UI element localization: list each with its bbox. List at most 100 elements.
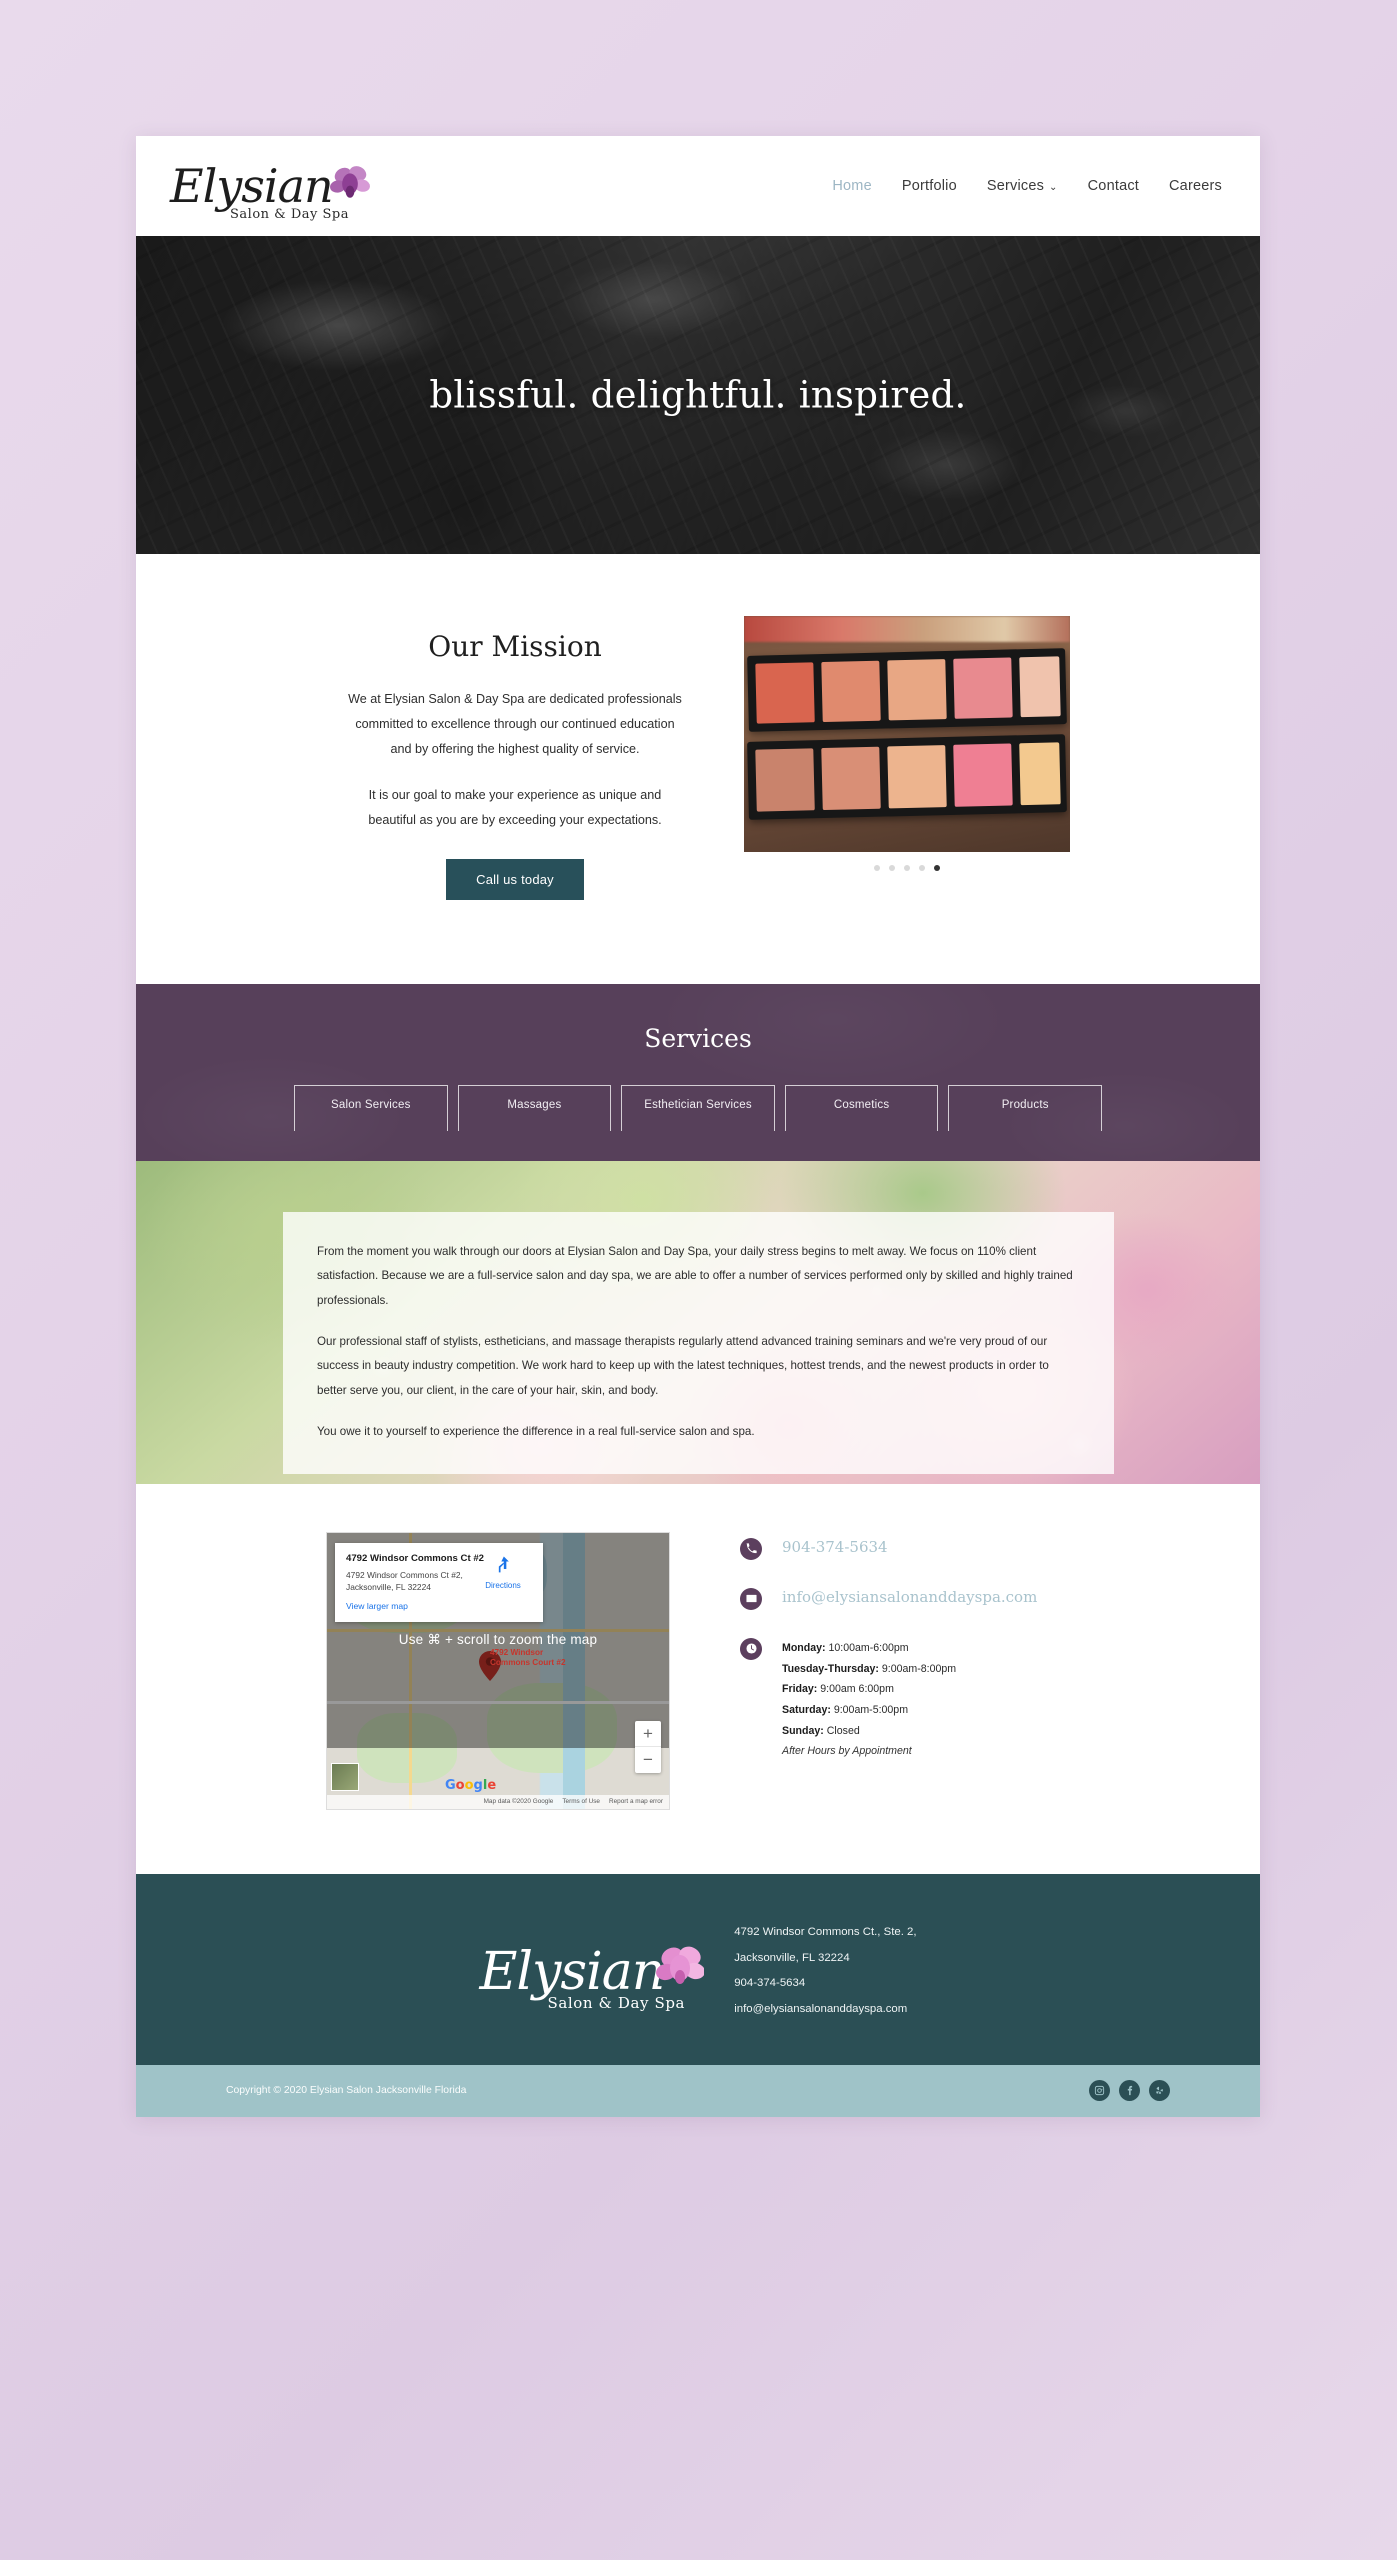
- map-pin-label: 4792 Windsor Commons Court #2: [490, 1648, 566, 1669]
- about-paragraph-1: From the moment you walk through our doo…: [317, 1244, 1073, 1307]
- mission-heading: Our Mission: [428, 630, 602, 663]
- map-zoom-hint-text: Use ⌘ + scroll to zoom the map: [398, 1632, 598, 1648]
- orchid-flower-icon: [329, 166, 370, 198]
- directions-label: Directions: [485, 1580, 521, 1590]
- copyright-text: Copyright © 2020 Elysian Salon Jacksonvi…: [226, 2085, 467, 2097]
- carousel-dot-1[interactable]: [874, 865, 880, 871]
- hours-day-saturday: Saturday:: [782, 1703, 831, 1716]
- map-terms-of-use-link[interactable]: Terms of Use: [562, 1798, 600, 1805]
- hours-day-sunday: Sunday:: [782, 1724, 824, 1737]
- footer-phone[interactable]: 904-374-5634: [734, 1971, 916, 1997]
- contact-email-row: info@elysiansalonanddayspa.com: [740, 1587, 1070, 1610]
- nav-item-services[interactable]: Services ⌄: [987, 178, 1058, 194]
- about-text-card: From the moment you walk through our doo…: [283, 1211, 1114, 1475]
- nav-item-services-label: Services: [986, 178, 1045, 194]
- map-zoom-in-button[interactable]: +: [635, 1721, 661, 1747]
- about-paragraph-3: You owe it to yourself to experience the…: [317, 1425, 755, 1438]
- nav-item-careers[interactable]: Careers: [1169, 178, 1222, 194]
- tab-products[interactable]: Products: [948, 1084, 1102, 1131]
- hours-time-friday: 9:00am 6:00pm: [820, 1683, 894, 1696]
- hours-row-saturday: Saturday: 9:00am-5:00pm: [782, 1700, 956, 1721]
- email-link[interactable]: info@elysiansalonanddayspa.com: [782, 1588, 1037, 1606]
- footer-address-block: 4792 Windsor Commons Ct., Ste. 2, Jackso…: [734, 1920, 916, 2023]
- footer-logo[interactable]: Elysian Salon & Day Spa: [479, 1942, 705, 2012]
- copyright-bar: Copyright © 2020 Elysian Salon Jacksonvi…: [136, 2064, 1260, 2117]
- map-pin-label-line1: 4792 Windsor: [490, 1647, 544, 1657]
- carousel-dot-5[interactable]: [934, 865, 940, 871]
- carousel-dots: [744, 865, 1070, 871]
- map-street-view-thumbnail[interactable]: [331, 1762, 359, 1791]
- about-section: From the moment you walk through our doo…: [136, 1160, 1260, 1484]
- logo-wordmark: Elysian: [170, 159, 334, 213]
- palette-top-row: [744, 616, 1070, 642]
- directions-arrow-icon: [498, 1556, 509, 1573]
- map-report-error-link[interactable]: Report a map error: [609, 1798, 663, 1805]
- after-hours-note: After Hours by Appointment: [782, 1745, 912, 1758]
- contact-hours-row: Monday: 10:00am-6:00pm Tuesday-Thursday:…: [740, 1637, 1070, 1762]
- hours-row-monday: Monday: 10:00am-6:00pm: [782, 1638, 956, 1659]
- call-us-today-button[interactable]: Call us today: [446, 858, 584, 900]
- carousel-dot-4[interactable]: [919, 865, 925, 871]
- footer-email[interactable]: info@elysiansalonanddayspa.com: [734, 1997, 916, 2023]
- nav-item-portfolio[interactable]: Portfolio: [902, 178, 957, 194]
- map-pin-label-line2: Commons Court #2: [490, 1658, 566, 1668]
- phone-icon: [740, 1537, 762, 1560]
- mission-section: Our Mission We at Elysian Salon & Day Sp…: [136, 554, 1260, 984]
- envelope-icon: [740, 1587, 762, 1610]
- footer-logo-wordmark: Elysian: [479, 1942, 665, 2003]
- hero-banner: blissful. delightful. inspired.: [136, 236, 1260, 554]
- eyeshadow-palette-image: [744, 616, 1070, 852]
- mission-carousel: [744, 616, 1070, 900]
- hours-row-sunday: Sunday: Closed: [782, 1721, 956, 1742]
- hours-time-monday: 10:00am-6:00pm: [828, 1641, 909, 1654]
- tab-massages[interactable]: Massages: [457, 1084, 612, 1131]
- footer-address-line1: 4792 Windsor Commons Ct., Ste. 2,: [734, 1925, 917, 1938]
- map-zoom-out-button[interactable]: −: [635, 1747, 661, 1773]
- mission-text-column: Our Mission We at Elysian Salon & Day Sp…: [326, 616, 704, 900]
- services-section: Services Salon Services Massages Estheti…: [136, 983, 1260, 1161]
- contact-section: 4792 Windsor Commons Ct #2 4792 Windsor …: [136, 1483, 1260, 1874]
- footer-logo-tagline: Salon & Day Spa: [547, 1994, 686, 2013]
- map-attribution-bar: Map data ©2020 Google Terms of Use Repor…: [327, 1794, 669, 1809]
- palette-strip-upper: [747, 648, 1067, 732]
- view-larger-map-link[interactable]: View larger map: [346, 1601, 532, 1611]
- site-logo[interactable]: Elysian Salon & Day Spa: [170, 159, 371, 222]
- contact-info-column: 904-374-5634 info@elysiansalonanddayspa.…: [740, 1532, 1070, 1810]
- contact-phone-row: 904-374-5634: [740, 1537, 1070, 1560]
- mission-paragraph-1: We at Elysian Salon & Day Spa are dedica…: [348, 692, 682, 757]
- phone-number-link[interactable]: 904-374-5634: [782, 1538, 888, 1556]
- site-footer: Elysian Salon & Day Spa 4792 Windsor Com…: [136, 1873, 1260, 2065]
- tab-esthetician-services[interactable]: Esthetician Services: [621, 1084, 775, 1131]
- services-heading: Services: [644, 1023, 752, 1053]
- main-navigation: Home Portfolio Services ⌄ Contact Careers: [832, 178, 1222, 194]
- website-container: Elysian Salon & Day Spa Home Portfolio S…: [136, 136, 1260, 2117]
- palette-strip-lower: [747, 734, 1067, 820]
- hours-time-tuesday-thursday: 9:00am-8:00pm: [881, 1662, 957, 1675]
- instagram-icon[interactable]: [1089, 2080, 1110, 2102]
- hours-day-friday: Friday:: [782, 1683, 818, 1696]
- map-zoom-controls: + −: [635, 1720, 661, 1773]
- facebook-icon[interactable]: [1119, 2080, 1140, 2102]
- directions-button[interactable]: Directions: [475, 1554, 531, 1590]
- hours-time-sunday: Closed: [826, 1724, 860, 1737]
- site-header: Elysian Salon & Day Spa Home Portfolio S…: [136, 136, 1260, 236]
- business-hours-list: Monday: 10:00am-6:00pm Tuesday-Thursday:…: [782, 1638, 956, 1762]
- yelp-icon[interactable]: [1149, 2080, 1170, 2102]
- tab-salon-services[interactable]: Salon Services: [294, 1084, 448, 1131]
- clock-icon: [740, 1637, 762, 1660]
- hours-row-friday: Friday: 9:00am 6:00pm: [782, 1679, 956, 1700]
- social-links: [1089, 2080, 1170, 2102]
- about-paragraph-2: Our professional staff of stylists, esth…: [317, 1334, 1049, 1397]
- footer-address-line2: Jacksonville, FL 32224: [734, 1951, 850, 1964]
- hours-day-tuesday-thursday: Tuesday-Thursday:: [782, 1662, 879, 1675]
- chevron-down-icon: ⌄: [1049, 182, 1058, 193]
- carousel-dot-3[interactable]: [904, 865, 910, 871]
- nav-item-home[interactable]: Home: [832, 178, 871, 194]
- nav-item-contact[interactable]: Contact: [1088, 178, 1139, 194]
- map-info-card: 4792 Windsor Commons Ct #2 4792 Windsor …: [335, 1542, 543, 1623]
- footer-orchid-flower-icon: [656, 1946, 705, 1985]
- google-map[interactable]: 4792 Windsor Commons Ct #2 4792 Windsor …: [326, 1531, 670, 1810]
- tab-cosmetics[interactable]: Cosmetics: [784, 1084, 939, 1131]
- services-tabs: Salon Services Massages Esthetician Serv…: [136, 1084, 1260, 1131]
- carousel-dot-2[interactable]: [889, 865, 895, 871]
